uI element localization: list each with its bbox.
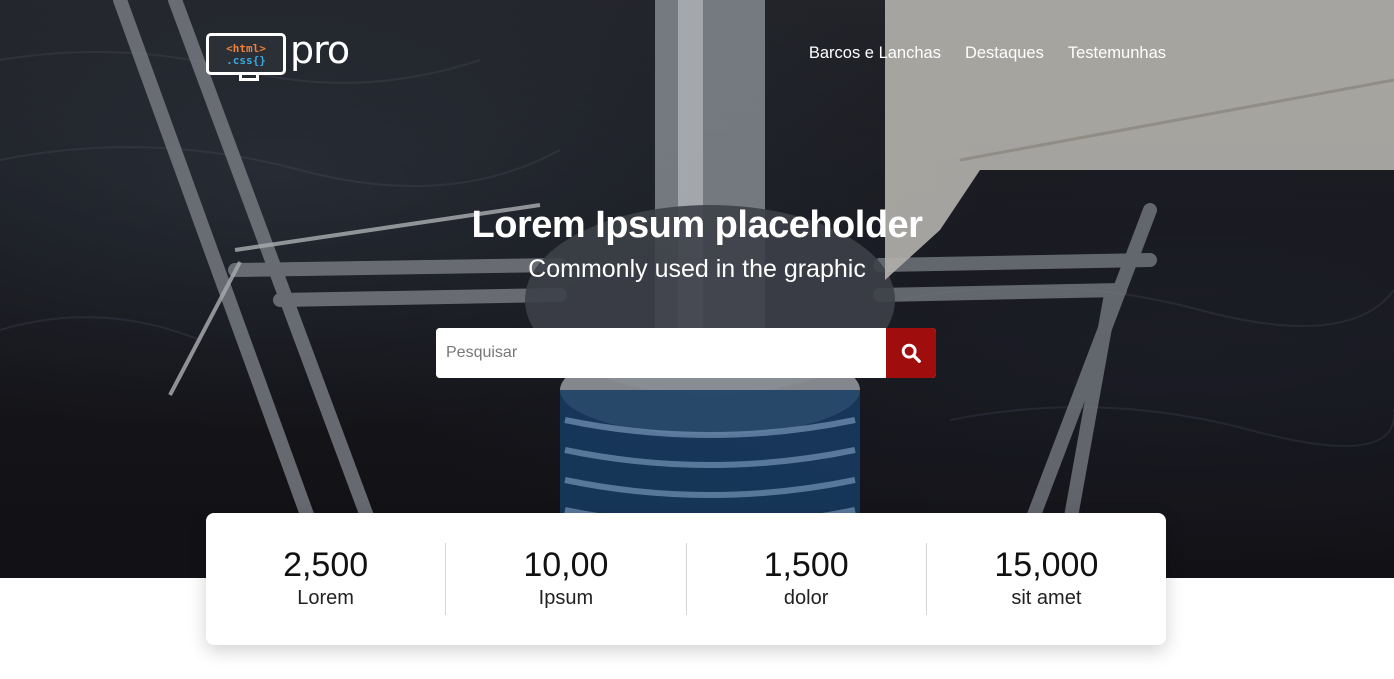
search-input[interactable] (436, 328, 886, 378)
hero-subtitle: Commonly used in the graphic (528, 255, 866, 283)
main-nav: Barcos e Lanchas Destaques Testemunhas (809, 44, 1166, 63)
nav-item-testemunhas[interactable]: Testemunhas (1068, 44, 1166, 63)
nav-item-destaques[interactable]: Destaques (965, 44, 1044, 63)
search-icon (901, 343, 921, 363)
search-button[interactable] (886, 328, 936, 378)
stat-item: 10,00 Ipsum (446, 543, 687, 615)
stat-label: Lorem (297, 587, 354, 610)
stat-value: 1,500 (763, 545, 849, 584)
hero-overlay (0, 0, 1394, 578)
stat-label: sit amet (1011, 587, 1082, 610)
site-logo[interactable]: <html> .css{} pro (206, 28, 366, 81)
search-form (436, 328, 936, 378)
logo-html-text: <html> (226, 41, 266, 55)
stat-item: 1,500 dolor (687, 543, 927, 615)
logo-css-text: .css{} (226, 53, 266, 67)
stat-label: dolor (783, 587, 829, 610)
stat-value: 10,00 (523, 545, 609, 584)
monitor-stand (239, 75, 259, 81)
stat-item: 15,000 sit amet (927, 543, 1166, 615)
stat-label: Ipsum (538, 587, 594, 610)
monitor-icon: <html> .css{} (206, 33, 286, 81)
stat-value: 15,000 (994, 545, 1099, 584)
hero-title: Lorem Ipsum placeholder (471, 204, 923, 246)
nav-item-barcos-e-lanchas[interactable]: Barcos e Lanchas (809, 44, 941, 63)
stat-item: 2,500 Lorem (206, 543, 447, 615)
hero-section: <html> .css{} pro Barcos e Lanchas Desta… (0, 0, 1394, 578)
logo-text: pro (290, 28, 350, 72)
stats-card: 2,500 Lorem 10,00 Ipsum 1,500 dolor 15,0… (206, 513, 1166, 645)
stat-value: 2,500 (283, 545, 369, 584)
